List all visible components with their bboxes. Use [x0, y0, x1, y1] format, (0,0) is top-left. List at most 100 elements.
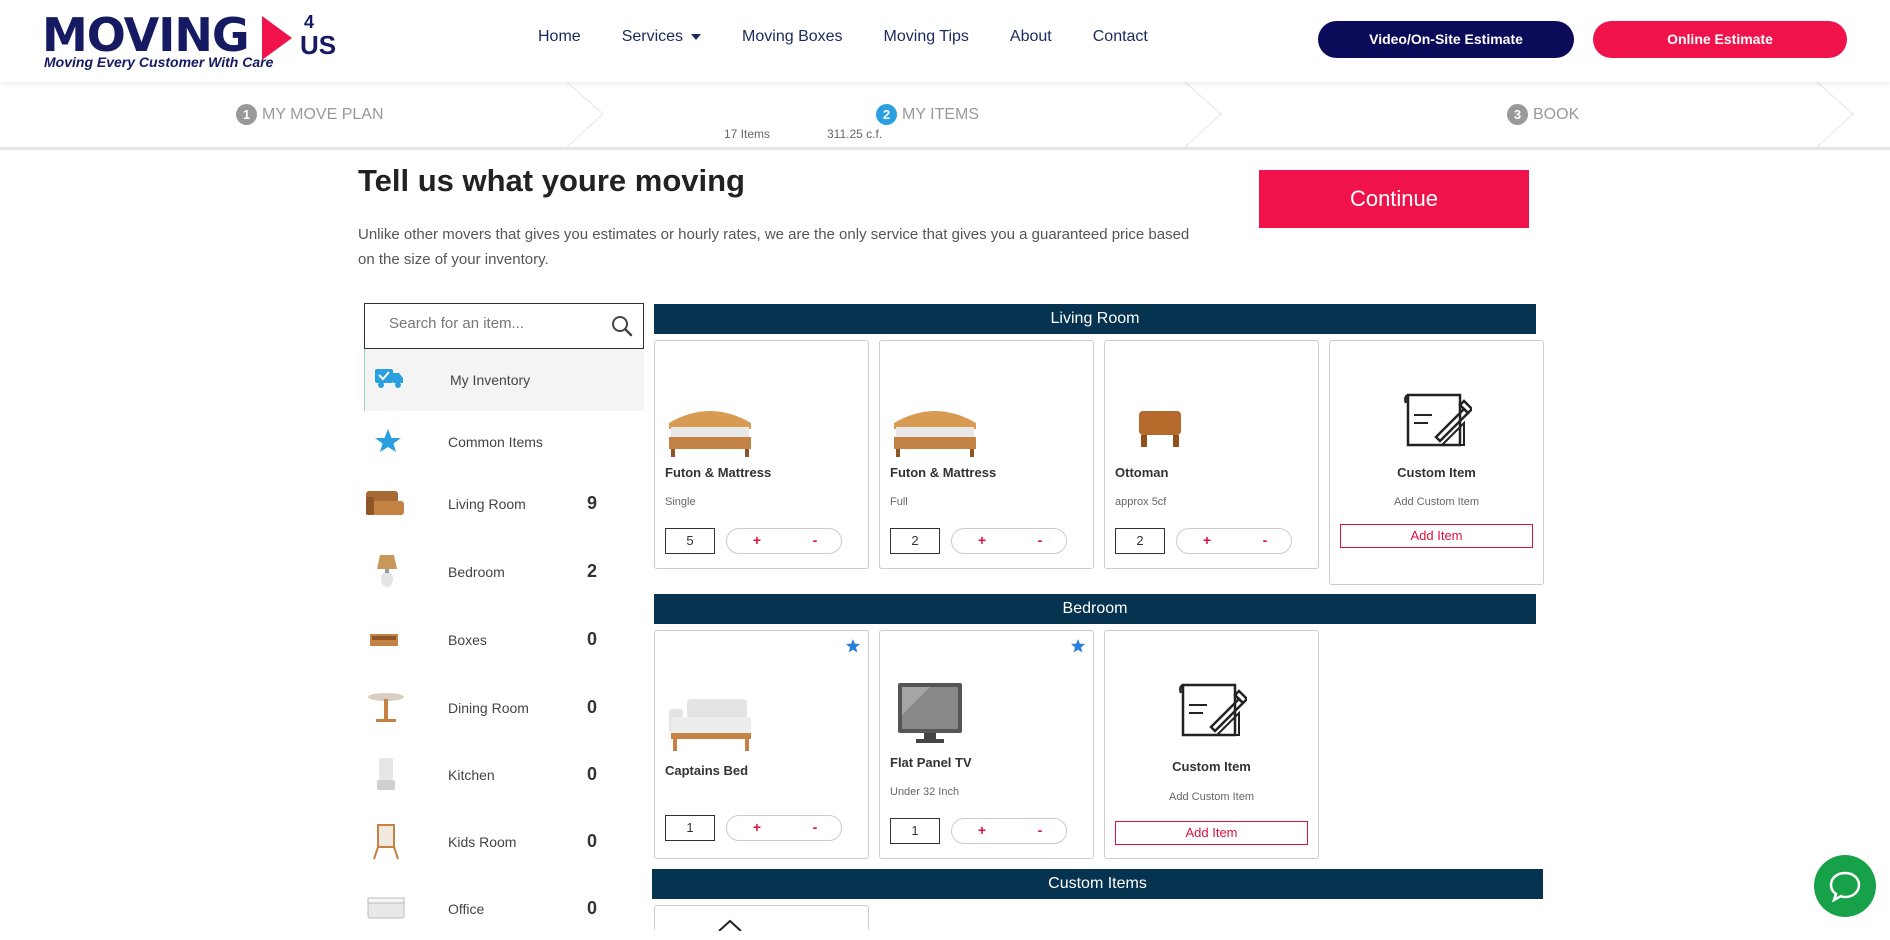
- search-icon[interactable]: [611, 315, 633, 337]
- custom-item-card: [654, 905, 869, 931]
- item-card: Futon & Mattress Full 2 + -: [879, 340, 1094, 569]
- category-kitchen[interactable]: Kitchen 0: [364, 744, 644, 806]
- quantity-field[interactable]: 1: [665, 815, 715, 841]
- category-my-inventory[interactable]: My Inventory: [364, 349, 644, 411]
- online-estimate-button[interactable]: Online Estimate: [1593, 21, 1847, 58]
- category-label: Dining Room: [448, 700, 529, 716]
- item-size: Under 32 Inch: [890, 786, 960, 798]
- quantity-field[interactable]: 5: [665, 528, 715, 554]
- add-item-button[interactable]: Add Item: [1340, 524, 1533, 548]
- decrement-button[interactable]: -: [805, 819, 825, 835]
- step-my-items[interactable]: 2 MY ITEMS: [876, 104, 979, 125]
- captains-bed-image: [669, 699, 751, 751]
- category-count: 0: [587, 764, 598, 784]
- quantity-stepper: + -: [1176, 528, 1292, 554]
- decrement-button[interactable]: -: [1030, 532, 1050, 548]
- add-item-button[interactable]: Add Item: [1115, 821, 1308, 845]
- category-label: Kids Room: [448, 834, 517, 850]
- decrement-button[interactable]: -: [805, 532, 825, 548]
- category-label: Office: [448, 901, 485, 917]
- nav-moving-tips[interactable]: Moving Tips: [884, 28, 969, 46]
- blender-icon: [377, 758, 395, 790]
- main-nav: Home Services Moving Boxes Moving Tips A…: [538, 28, 1189, 46]
- increment-button[interactable]: +: [972, 532, 992, 548]
- item-search: [364, 303, 644, 349]
- category-kids-room[interactable]: Kids Room 0: [364, 811, 644, 873]
- step-number: 1: [236, 104, 257, 125]
- nav-services[interactable]: Services: [621, 28, 702, 46]
- category-label: My Inventory: [450, 372, 531, 388]
- step-label: BOOK: [1533, 105, 1580, 123]
- logo-wordmark: MOVING: [42, 8, 250, 62]
- logo-tagline: Moving Every Customer With Care: [44, 54, 274, 70]
- filebox-icon: [367, 897, 405, 919]
- category-count: 9: [587, 493, 598, 513]
- continue-button[interactable]: Continue: [1259, 170, 1529, 228]
- custom-item-title: Custom Item: [1397, 465, 1476, 480]
- item-name: Ottoman: [1115, 465, 1169, 480]
- chat-button[interactable]: [1814, 855, 1876, 917]
- category-bedroom[interactable]: Bedroom 2: [364, 541, 644, 603]
- category-living-room[interactable]: Living Room 9: [364, 473, 644, 535]
- section-header-custom-items: Custom Items: [652, 869, 1543, 899]
- nav-contact[interactable]: Contact: [1093, 28, 1148, 46]
- search-input[interactable]: [389, 315, 599, 332]
- custom-item-card: Custom Item Add Custom Item Add Item: [1104, 630, 1319, 859]
- section-header-living-room: Living Room: [654, 304, 1536, 334]
- category-label: Bedroom: [448, 564, 505, 580]
- site-header: MOVING 4 US Moving Every Customer With C…: [0, 0, 1890, 82]
- box-icon: [370, 634, 398, 646]
- custom-item-subtitle: Add Custom Item: [1169, 791, 1254, 803]
- star-icon[interactable]: [1071, 639, 1085, 653]
- quantity-field[interactable]: 2: [890, 528, 940, 554]
- item-size: approx 5cf: [1115, 496, 1167, 508]
- decrement-button[interactable]: -: [1030, 822, 1050, 838]
- increment-button[interactable]: +: [1197, 532, 1217, 548]
- increment-button[interactable]: +: [747, 532, 767, 548]
- item-count: 17 Items: [724, 127, 771, 141]
- easel-icon: [373, 824, 399, 860]
- video-estimate-button[interactable]: Video/On-Site Estimate: [1318, 21, 1574, 58]
- step-number: 2: [876, 104, 897, 125]
- category-label: Living Room: [448, 496, 526, 512]
- star-icon[interactable]: [846, 639, 860, 653]
- item-card: Ottoman approx 5cf 2 + -: [1104, 340, 1319, 569]
- step-move-plan[interactable]: 1 MY MOVE PLAN: [236, 104, 384, 125]
- category-dining-room[interactable]: Dining Room 0: [364, 677, 644, 739]
- nav-home[interactable]: Home: [538, 28, 581, 46]
- quantity-field[interactable]: 1: [890, 818, 940, 844]
- category-boxes[interactable]: Boxes 0: [364, 609, 644, 671]
- step-label: MY MOVE PLAN: [262, 105, 384, 123]
- ottoman-image: [1139, 411, 1181, 447]
- blueprint-pencil-icon: [1179, 683, 1247, 737]
- increment-button[interactable]: +: [972, 822, 992, 838]
- category-count: 0: [587, 629, 598, 649]
- chevron-down-icon: [691, 33, 702, 40]
- custom-item-title: Custom Item: [1172, 759, 1251, 774]
- quantity-stepper: + -: [726, 815, 842, 841]
- blueprint-pencil-icon: [1404, 393, 1472, 447]
- nav-services-label: Services: [621, 28, 684, 45]
- custom-item-subtitle: Add Custom Item: [1394, 496, 1479, 508]
- progress-steps: 1 MY MOVE PLAN 2 MY ITEMS 3 BOOK: [0, 82, 1890, 150]
- nav-moving-boxes[interactable]: Moving Boxes: [742, 28, 843, 46]
- table-icon: [368, 693, 404, 722]
- category-office[interactable]: Office 0: [364, 878, 644, 940]
- item-card: Flat Panel TV Under 32 Inch 1 + -: [879, 630, 1094, 859]
- nav-about[interactable]: About: [1010, 28, 1052, 46]
- quantity-stepper: + -: [951, 528, 1067, 554]
- lamp-icon: [377, 555, 397, 587]
- step-label: MY ITEMS: [902, 105, 980, 123]
- armchair-icon: [366, 491, 404, 515]
- futon-image: [894, 411, 976, 457]
- step-separator-icon: [1816, 82, 1855, 147]
- increment-button[interactable]: +: [747, 819, 767, 835]
- decrement-button[interactable]: -: [1255, 532, 1275, 548]
- item-name: Flat Panel TV: [890, 755, 972, 770]
- logo[interactable]: MOVING 4 US Moving Every Customer With C…: [42, 10, 352, 72]
- step-book[interactable]: 3 BOOK: [1507, 104, 1579, 125]
- category-common-items[interactable]: Common Items: [364, 411, 644, 473]
- category-count: 0: [587, 831, 598, 851]
- quantity-field[interactable]: 2: [1115, 528, 1165, 554]
- item-name: Futon & Mattress: [890, 465, 997, 480]
